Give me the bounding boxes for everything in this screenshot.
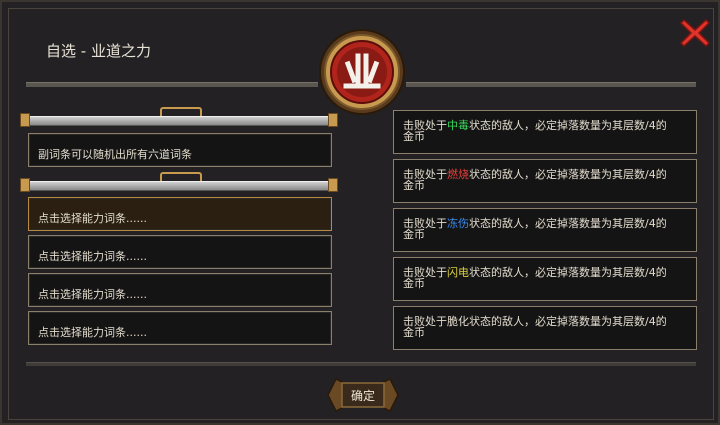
scroll-bar-mid	[26, 181, 332, 191]
effect-status: 燃烧	[447, 168, 469, 181]
karma-emblem: 业	[318, 28, 406, 116]
ability-select-dialog: 自选 - 业道之力 业 副词条可以随机出所有六道词条 点击选择能力词条.....…	[0, 0, 720, 425]
effect-box-2: 击败处于燃烧状态的敌人，必定掉落数量为其层数/4的 金币	[393, 159, 697, 203]
ability-slot-4[interactable]: 点击选择能力词条......	[28, 311, 332, 345]
effect-text-line2: 金币	[403, 179, 425, 192]
effect-text-post: 状态的敌人，必定掉落数量为其层数/4的	[469, 266, 667, 279]
top-divider-right	[406, 82, 696, 87]
scroll-cap-left	[20, 113, 30, 127]
dialog-title: 自选 - 业道之力	[46, 42, 151, 60]
effect-text-line2: 金币	[403, 326, 425, 339]
ability-slot-label: 点击选择能力词条......	[38, 250, 147, 263]
effect-box-5: 击败处于脆化状态的敌人，必定掉落数量为其层数/4的 金币	[393, 306, 697, 350]
confirm-button[interactable]: 确定	[326, 375, 400, 415]
close-x-icon	[679, 18, 711, 48]
effect-text-post: 状态的敌人，必定掉落数量为其层数/4的	[469, 217, 667, 230]
effect-status: 中毒	[447, 119, 469, 132]
effect-text-post: 状态的敌人，必定掉落数量为其层数/4的	[469, 168, 667, 181]
info-text: 副词条可以随机出所有六道词条	[38, 148, 192, 161]
effect-status: 闪电	[447, 266, 469, 279]
scroll-cap-right-2	[328, 178, 338, 192]
confirm-label: 确定	[350, 389, 375, 403]
effect-text-post: 状态的敌人，必定掉落数量为其层数/4的	[469, 119, 667, 132]
effect-box-4: 击败处于闪电状态的敌人，必定掉落数量为其层数/4的 金币	[393, 257, 697, 301]
close-button[interactable]	[678, 16, 712, 50]
info-box: 副词条可以随机出所有六道词条	[28, 133, 332, 167]
effect-text-line2: 金币	[403, 277, 425, 290]
top-divider-left	[26, 82, 318, 87]
effect-text-post: 状态的敌人，必定掉落数量为其层数/4的	[469, 315, 667, 328]
ability-slot-1[interactable]: 点击选择能力词条......	[28, 197, 332, 231]
ability-slot-3[interactable]: 点击选择能力词条......	[28, 273, 332, 307]
effect-box-3: 击败处于冻伤状态的敌人，必定掉落数量为其层数/4的 金币	[393, 208, 697, 252]
bottom-divider	[26, 362, 696, 366]
effect-box-1: 击败处于中毒状态的敌人，必定掉落数量为其层数/4的 金币	[393, 110, 697, 154]
ability-slot-label: 点击选择能力词条......	[38, 288, 147, 301]
ability-slot-label: 点击选择能力词条......	[38, 212, 147, 225]
scroll-cap-left-2	[20, 178, 30, 192]
ability-slot-2[interactable]: 点击选择能力词条......	[28, 235, 332, 269]
ability-slot-label: 点击选择能力词条......	[38, 326, 147, 339]
scroll-bar-top	[26, 116, 332, 126]
effect-status: 冻伤	[447, 217, 469, 230]
karma-emblem-icon	[319, 29, 405, 115]
scroll-cap-right	[328, 113, 338, 127]
effect-text-line2: 金币	[403, 130, 425, 143]
effect-text-line2: 金币	[403, 228, 425, 241]
effect-status: 脆化	[447, 315, 469, 328]
